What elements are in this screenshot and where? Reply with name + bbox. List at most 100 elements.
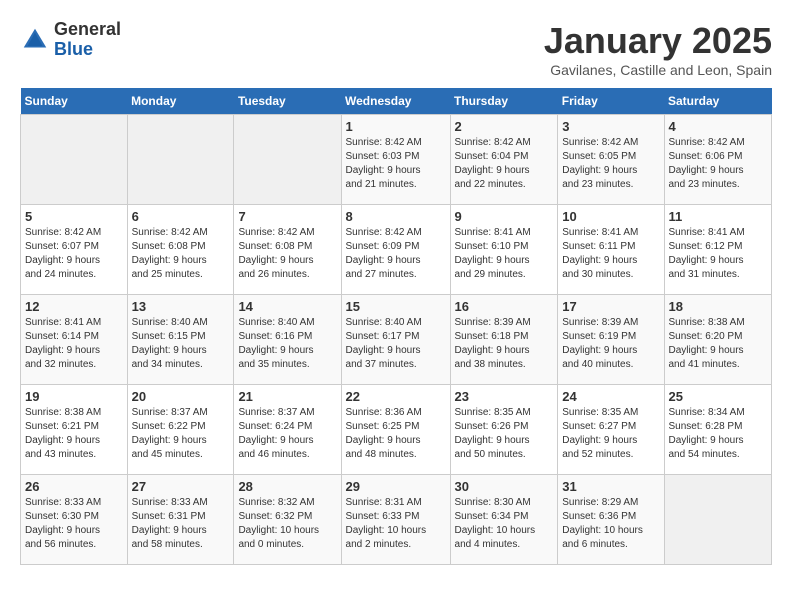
calendar-cell: 14 Sunrise: 8:40 AM Sunset: 6:16 PM Dayli…: [234, 295, 341, 385]
logo-icon: [20, 25, 50, 55]
calendar-cell: 17 Sunrise: 8:39 AM Sunset: 6:19 PM Dayli…: [558, 295, 664, 385]
calendar-cell: 18Sunrise: 8:38 AM Sunset: 6:20 PM Dayli…: [664, 295, 772, 385]
logo: General Blue: [20, 20, 121, 60]
day-detail: Sunrise: 8:33 AM Sunset: 6:31 PM Dayligh…: [132, 496, 230, 552]
day-detail: Sunrise: 8:31 AM Sunset: 6:33 PM Dayligh…: [346, 496, 446, 552]
day-number: 13: [132, 299, 230, 314]
day-number: 1: [346, 119, 446, 134]
day-number: 10: [562, 209, 659, 224]
day-detail: Sunrise: 8:40 AM Sunset: 6:16 PM Dayligh…: [238, 316, 336, 372]
day-detail: Sunrise: 8:41 AM Sunset: 6:11 PM Dayligh…: [562, 226, 659, 282]
calendar-cell: 25 Sunrise: 8:34 AM Sunset: 6:28 PM Dayli…: [664, 385, 772, 475]
day-number: 2: [455, 119, 554, 134]
day-detail: Sunrise: 8:35 AM Sunset: 6:26 PM Dayligh…: [455, 406, 554, 462]
page-header: General Blue January 2025 Gavilanes, Cas…: [20, 20, 772, 78]
day-detail: Sunrise: 8:39 AM Sunset: 6:18 PM Dayligh…: [455, 316, 554, 372]
day-detail: Sunrise: 8:42 AM Sunset: 6:05 PM Dayligh…: [562, 136, 659, 192]
day-detail: Sunrise: 8:40 AM Sunset: 6:17 PM Dayligh…: [346, 316, 446, 372]
calendar-cell: 6Sunrise: 8:42 AM Sunset: 6:08 PM Daylig…: [127, 205, 234, 295]
day-detail: Sunrise: 8:36 AM Sunset: 6:25 PM Dayligh…: [346, 406, 446, 462]
calendar-cell: [21, 115, 128, 205]
day-number: 19: [25, 389, 123, 404]
day-number: 24: [562, 389, 659, 404]
calendar-cell: 11 Sunrise: 8:41 AM Sunset: 6:12 PM Dayli…: [664, 205, 772, 295]
calendar-table: SundayMondayTuesdayWednesdayThursdayFrid…: [20, 88, 772, 565]
day-header-saturday: Saturday: [664, 88, 772, 115]
day-number: 26: [25, 479, 123, 494]
day-detail: Sunrise: 8:41 AM Sunset: 6:14 PM Dayligh…: [25, 316, 123, 372]
calendar-cell: 4 Sunrise: 8:42 AM Sunset: 6:06 PM Daylig…: [664, 115, 772, 205]
day-number: 23: [455, 389, 554, 404]
day-number: 29: [346, 479, 446, 494]
calendar-cell: 10 Sunrise: 8:41 AM Sunset: 6:11 PM Dayli…: [558, 205, 664, 295]
calendar-cell: 9 Sunrise: 8:41 AM Sunset: 6:10 PM Daylig…: [450, 205, 558, 295]
week-row-2: 5Sunrise: 8:42 AM Sunset: 6:07 PM Daylig…: [21, 205, 772, 295]
day-number: 11: [669, 209, 768, 224]
day-detail: Sunrise: 8:41 AM Sunset: 6:10 PM Dayligh…: [455, 226, 554, 282]
day-detail: Sunrise: 8:42 AM Sunset: 6:09 PM Dayligh…: [346, 226, 446, 282]
days-header-row: SundayMondayTuesdayWednesdayThursdayFrid…: [21, 88, 772, 115]
day-number: 20: [132, 389, 230, 404]
day-header-monday: Monday: [127, 88, 234, 115]
day-number: 5: [25, 209, 123, 224]
day-number: 30: [455, 479, 554, 494]
calendar-cell: 12 Sunrise: 8:41 AM Sunset: 6:14 PM Dayli…: [21, 295, 128, 385]
day-detail: Sunrise: 8:32 AM Sunset: 6:32 PM Dayligh…: [238, 496, 336, 552]
calendar-cell: 3 Sunrise: 8:42 AM Sunset: 6:05 PM Daylig…: [558, 115, 664, 205]
day-number: 4: [669, 119, 768, 134]
calendar-cell: 24 Sunrise: 8:35 AM Sunset: 6:27 PM Dayli…: [558, 385, 664, 475]
calendar-cell: 8Sunrise: 8:42 AM Sunset: 6:09 PM Daylig…: [341, 205, 450, 295]
day-detail: Sunrise: 8:42 AM Sunset: 6:06 PM Dayligh…: [669, 136, 768, 192]
title-section: January 2025 Gavilanes, Castille and Leo…: [544, 20, 772, 78]
day-number: 9: [455, 209, 554, 224]
day-header-wednesday: Wednesday: [341, 88, 450, 115]
day-number: 31: [562, 479, 659, 494]
day-detail: Sunrise: 8:42 AM Sunset: 6:08 PM Dayligh…: [238, 226, 336, 282]
calendar-cell: 16 Sunrise: 8:39 AM Sunset: 6:18 PM Dayli…: [450, 295, 558, 385]
day-number: 12: [25, 299, 123, 314]
location-subtitle: Gavilanes, Castille and Leon, Spain: [544, 62, 772, 78]
day-header-thursday: Thursday: [450, 88, 558, 115]
day-number: 25: [669, 389, 768, 404]
day-number: 21: [238, 389, 336, 404]
calendar-cell: 5Sunrise: 8:42 AM Sunset: 6:07 PM Daylig…: [21, 205, 128, 295]
calendar-cell: 30 Sunrise: 8:30 AM Sunset: 6:34 PM Dayli…: [450, 475, 558, 565]
calendar-cell: 28 Sunrise: 8:32 AM Sunset: 6:32 PM Dayli…: [234, 475, 341, 565]
day-header-tuesday: Tuesday: [234, 88, 341, 115]
day-number: 22: [346, 389, 446, 404]
day-number: 17: [562, 299, 659, 314]
calendar-cell: 22 Sunrise: 8:36 AM Sunset: 6:25 PM Dayli…: [341, 385, 450, 475]
calendar-cell: 31 Sunrise: 8:29 AM Sunset: 6:36 PM Dayli…: [558, 475, 664, 565]
calendar-cell: 7 Sunrise: 8:42 AM Sunset: 6:08 PM Daylig…: [234, 205, 341, 295]
calendar-cell: 1 Sunrise: 8:42 AM Sunset: 6:03 PM Daylig…: [341, 115, 450, 205]
calendar-cell: [127, 115, 234, 205]
month-title: January 2025: [544, 20, 772, 62]
day-number: 7: [238, 209, 336, 224]
day-detail: Sunrise: 8:35 AM Sunset: 6:27 PM Dayligh…: [562, 406, 659, 462]
day-number: 28: [238, 479, 336, 494]
day-detail: Sunrise: 8:42 AM Sunset: 6:03 PM Dayligh…: [346, 136, 446, 192]
calendar-cell: 26Sunrise: 8:33 AM Sunset: 6:30 PM Dayli…: [21, 475, 128, 565]
day-detail: Sunrise: 8:37 AM Sunset: 6:22 PM Dayligh…: [132, 406, 230, 462]
calendar-cell: 2 Sunrise: 8:42 AM Sunset: 6:04 PM Daylig…: [450, 115, 558, 205]
day-detail: Sunrise: 8:30 AM Sunset: 6:34 PM Dayligh…: [455, 496, 554, 552]
day-detail: Sunrise: 8:39 AM Sunset: 6:19 PM Dayligh…: [562, 316, 659, 372]
day-number: 14: [238, 299, 336, 314]
day-detail: Sunrise: 8:34 AM Sunset: 6:28 PM Dayligh…: [669, 406, 768, 462]
day-number: 16: [455, 299, 554, 314]
day-number: 27: [132, 479, 230, 494]
day-number: 3: [562, 119, 659, 134]
calendar-cell: [234, 115, 341, 205]
day-detail: Sunrise: 8:42 AM Sunset: 6:04 PM Dayligh…: [455, 136, 554, 192]
day-header-friday: Friday: [558, 88, 664, 115]
calendar-cell: [664, 475, 772, 565]
day-detail: Sunrise: 8:29 AM Sunset: 6:36 PM Dayligh…: [562, 496, 659, 552]
calendar-cell: 19 Sunrise: 8:38 AM Sunset: 6:21 PM Dayli…: [21, 385, 128, 475]
day-header-sunday: Sunday: [21, 88, 128, 115]
day-detail: Sunrise: 8:42 AM Sunset: 6:08 PM Dayligh…: [132, 226, 230, 282]
calendar-cell: 29 Sunrise: 8:31 AM Sunset: 6:33 PM Dayli…: [341, 475, 450, 565]
day-number: 15: [346, 299, 446, 314]
day-detail: Sunrise: 8:41 AM Sunset: 6:12 PM Dayligh…: [669, 226, 768, 282]
day-detail: Sunrise: 8:38 AM Sunset: 6:21 PM Dayligh…: [25, 406, 123, 462]
calendar-cell: 21Sunrise: 8:37 AM Sunset: 6:24 PM Dayli…: [234, 385, 341, 475]
